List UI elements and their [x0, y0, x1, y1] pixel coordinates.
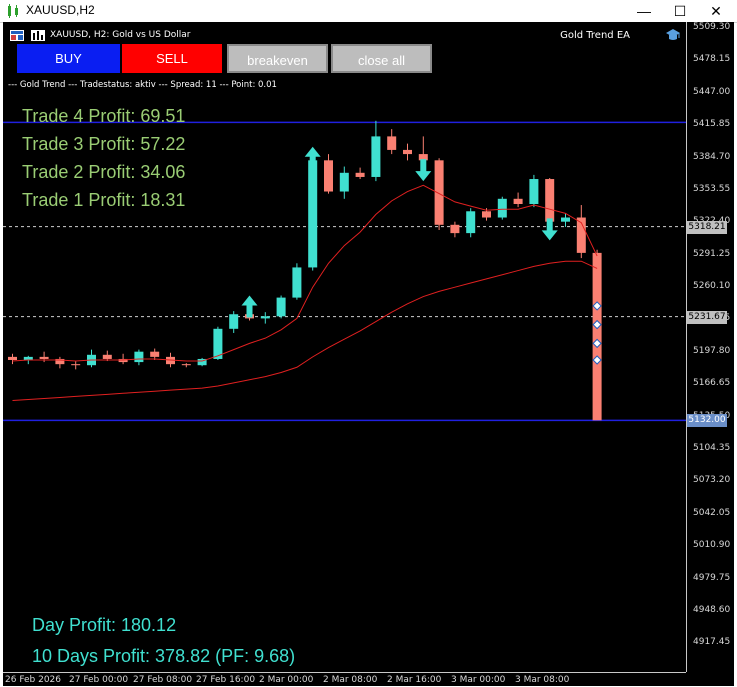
- price-axis-label: 5042.05: [693, 507, 731, 518]
- candle-body: [450, 224, 460, 234]
- buy-button[interactable]: BUY: [17, 44, 120, 73]
- price-axis-label: 5415.85: [693, 119, 731, 130]
- buy-signal-arrow: [241, 295, 258, 318]
- close-button[interactable]: ✕: [699, 0, 733, 22]
- candle-body: [434, 160, 444, 225]
- ten-days-profit: 10 Days Profit: 378.82 (PF: 9.68): [32, 646, 296, 666]
- candle-body: [561, 217, 570, 222]
- trade-2-profit: Trade 2 Profit: 34.06: [22, 162, 186, 182]
- trade-3-profit: Trade 3 Profit: 57.22: [22, 134, 186, 154]
- price-axis[interactable]: 5509.30 5478.15 5447.00 5415.85 5384.70 5353.…: [687, 22, 734, 672]
- candle-body: [355, 172, 365, 177]
- breakeven-button[interactable]: breakeven: [227, 44, 328, 73]
- price-axis-label: 4917.45: [693, 637, 731, 648]
- price-axis-label: 5509.30: [693, 21, 731, 32]
- candle-body: [403, 149, 412, 155]
- candle-body: [260, 316, 270, 319]
- time-axis-label: 3 Mar 08:00: [515, 675, 570, 685]
- time-axis-label: 2 Mar 16:00: [387, 675, 442, 685]
- current-price-label: 5132.00: [687, 414, 727, 428]
- price-axis-label: 5010.90: [693, 540, 731, 551]
- chart-symbol-header: XAUUSD, H2: Gold vs US Dollar: [50, 30, 191, 40]
- ea-status-line: --- Gold Trend --- Tradestatus: aktiv --…: [8, 80, 277, 90]
- candle-body: [387, 136, 397, 150]
- price-axis-label: 4979.75: [693, 572, 731, 583]
- sell-button[interactable]: SELL: [122, 44, 222, 73]
- candle-body: [71, 364, 81, 366]
- candle-body: [276, 297, 286, 317]
- price-axis-label: 5260.10: [693, 281, 731, 292]
- price-axis-label: 5166.65: [693, 378, 731, 389]
- price-axis-label: 5291.25: [693, 248, 731, 259]
- chart-window-icon: [8, 4, 18, 18]
- ea-name-label: Gold Trend EA: [560, 30, 630, 41]
- candle-body: [150, 351, 160, 357]
- price-axis-label: 5384.70: [693, 151, 731, 162]
- price-axis-label: 5353.55: [693, 183, 731, 194]
- algo-trading-icon[interactable]: [31, 30, 45, 41]
- time-axis-label: 2 Mar 00:00: [259, 675, 314, 685]
- candle-body: [592, 252, 602, 421]
- time-axis-label: 27 Feb 00:00: [69, 675, 129, 685]
- price-axis-label: 4948.60: [693, 605, 731, 616]
- candle-body: [229, 314, 239, 329]
- time-axis-label: 27 Feb 08:00: [133, 675, 193, 685]
- time-axis-label: 27 Feb 16:00: [196, 675, 256, 685]
- current-price-label: 5318.21: [687, 220, 727, 234]
- price-axis-label: 5197.80: [693, 345, 731, 356]
- current-price-label: 5231.67: [687, 310, 727, 324]
- trade-4-profit: Trade 4 Profit: 69.51: [22, 106, 186, 126]
- graduation-cap-icon: [666, 29, 680, 40]
- time-axis-label: 3 Mar 00:00: [451, 675, 506, 685]
- candle-body: [324, 160, 333, 192]
- one-click-trading-icon[interactable]: [10, 30, 24, 41]
- price-axis-label: 5478.15: [693, 54, 731, 65]
- sell-signal-arrow: [415, 159, 432, 182]
- price-axis-label: 5104.35: [693, 443, 731, 454]
- maximize-button[interactable]: ☐: [663, 0, 697, 22]
- close-all-button[interactable]: close all: [331, 44, 432, 73]
- window-title: XAUUSD,H2: [26, 3, 95, 17]
- candle-body: [497, 198, 507, 218]
- candle-body: [545, 179, 555, 222]
- slow-ma-line: [12, 260, 598, 402]
- candle-body: [466, 211, 476, 234]
- candle-body: [513, 198, 523, 204]
- day-profit: Day Profit: 180.12: [32, 615, 177, 635]
- candle-body: [308, 160, 318, 268]
- candle-body: [39, 356, 49, 359]
- time-axis-label: 2 Mar 08:00: [323, 675, 378, 685]
- sell-signal-arrow: [541, 218, 558, 241]
- candle-body: [371, 136, 381, 177]
- candle-body: [529, 179, 539, 204]
- buy-signal-arrow: [304, 146, 321, 169]
- candle-body: [181, 364, 191, 366]
- price-axis-label: 5447.00: [693, 86, 731, 97]
- candle-body: [102, 354, 112, 359]
- candle-body: [134, 351, 144, 363]
- price-axis-label: 5073.20: [693, 475, 731, 486]
- candle-body: [292, 267, 302, 298]
- candle-body: [339, 172, 349, 192]
- minimize-button[interactable]: —: [627, 0, 661, 22]
- candle-body: [8, 356, 17, 360]
- time-axis-label: 26 Feb 2026: [5, 675, 62, 685]
- chart-plot-area[interactable]: XAUUSD, H2: Gold vs US Dollar Gold Trend…: [3, 22, 687, 672]
- chart-window[interactable]: XAUUSD, H2: Gold vs US Dollar Gold Trend…: [3, 22, 734, 686]
- trade-1-profit: Trade 1 Profit: 18.31: [22, 190, 186, 210]
- title-bar: XAUUSD,H2 — ☐ ✕: [0, 0, 737, 23]
- time-axis[interactable]: 26 Feb 2026 27 Feb 00:00 27 Feb 08:00 27 Fe…: [3, 672, 686, 687]
- candle-body: [482, 211, 491, 218]
